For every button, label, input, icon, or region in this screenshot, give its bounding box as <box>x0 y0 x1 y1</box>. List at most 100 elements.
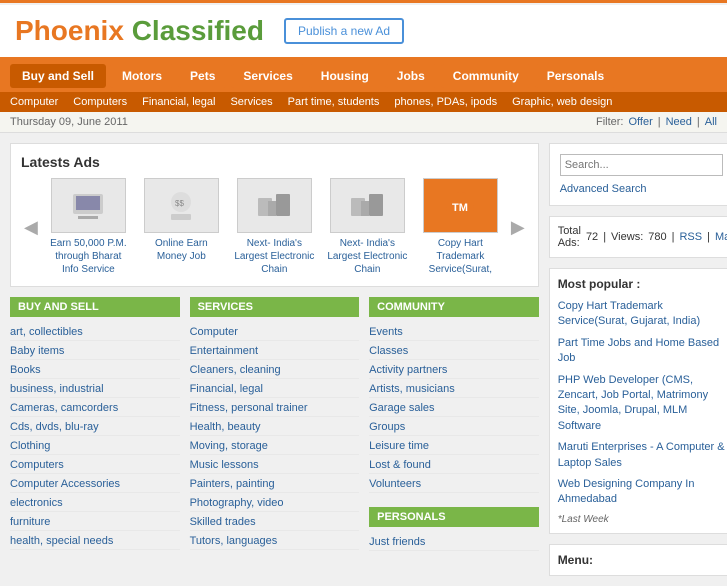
list-item: Computer Accessories <box>10 474 180 493</box>
nav-motors[interactable]: Motors <box>110 64 174 88</box>
ad-title[interactable]: Online Earn Money Job <box>139 237 224 263</box>
nav-community[interactable]: Community <box>441 64 531 88</box>
cat-link[interactable]: Computer <box>190 326 238 338</box>
site-title: Phoenix Classified <box>15 15 264 47</box>
stat-line: Total Ads: 72 | Views: 780 | RSS | Map <box>558 225 725 249</box>
cat-link[interactable]: Fitness, personal trainer <box>190 402 308 414</box>
community-column: COMMUNITY Events Classes Activity partne… <box>369 297 539 551</box>
nav-jobs[interactable]: Jobs <box>385 64 437 88</box>
popular-item: Part Time Jobs and Home Based Job <box>558 336 725 367</box>
list-item: Classes <box>369 341 539 360</box>
nav-pets[interactable]: Pets <box>178 64 227 88</box>
cat-link[interactable]: business, industrial <box>10 383 104 395</box>
list-item: Events <box>369 322 539 341</box>
cat-link[interactable]: Skilled trades <box>190 516 256 528</box>
list-item: Moving, storage <box>190 436 360 455</box>
publish-new-ad-button[interactable]: Publish a new Ad <box>284 18 404 44</box>
filter-need[interactable]: Need <box>666 116 692 128</box>
rss-link[interactable]: RSS <box>679 231 702 243</box>
subnav-services[interactable]: Services <box>230 96 272 108</box>
ad-thumb: TM <box>423 178 498 233</box>
stats-box: Total Ads: 72 | Views: 780 | RSS | Map <box>549 216 727 258</box>
cat-link[interactable]: Painters, painting <box>190 478 275 490</box>
subnav-graphic[interactable]: Graphic, web design <box>512 96 612 108</box>
ad-title[interactable]: Next- India's Largest Electronic Chain <box>325 237 410 276</box>
cat-link[interactable]: Artists, musicians <box>369 383 455 395</box>
cat-link[interactable]: Groups <box>369 421 405 433</box>
cat-link[interactable]: Clothing <box>10 440 50 452</box>
cat-link[interactable]: Activity partners <box>369 364 447 376</box>
header: Phoenix Classified Publish a new Ad <box>0 5 727 60</box>
carousel-next-arrow[interactable]: ▶ <box>508 217 528 238</box>
cat-link[interactable]: Moving, storage <box>190 440 268 452</box>
cat-link[interactable]: Events <box>369 326 403 338</box>
filter-all[interactable]: All <box>705 116 717 128</box>
site-title-part2: Classified <box>124 15 264 46</box>
popular-item: PHP Web Developer (CMS, Zencart, Job Por… <box>558 373 725 435</box>
subnav-financial-legal[interactable]: Financial, legal <box>142 96 215 108</box>
views-label: Views: <box>611 231 643 243</box>
advanced-search-link[interactable]: Advanced Search <box>560 183 647 195</box>
cat-link[interactable]: Lost & found <box>369 459 431 471</box>
nav-housing[interactable]: Housing <box>309 64 381 88</box>
cat-link[interactable]: furniture <box>10 516 50 528</box>
filter-offer[interactable]: Offer <box>628 116 652 128</box>
cat-link[interactable]: Baby items <box>10 345 64 357</box>
popular-link[interactable]: Part Time Jobs and Home Based Job <box>558 336 725 367</box>
cat-link[interactable]: Tutors, languages <box>190 535 278 547</box>
cat-link[interactable]: Music lessons <box>190 459 259 471</box>
community-list: Events Classes Activity partners Artists… <box>369 322 539 493</box>
main-nav: Buy and Sell Motors Pets Services Housin… <box>0 60 727 92</box>
popular-item: Web Designing Company In Ahmedabad <box>558 477 725 508</box>
cat-link[interactable]: Garage sales <box>369 402 434 414</box>
cat-link[interactable]: Volunteers <box>369 478 421 490</box>
popular-link[interactable]: Copy Hart Trademark Service(Surat, Gujar… <box>558 299 725 330</box>
cat-link[interactable]: Computer Accessories <box>10 478 120 490</box>
buy-and-sell-list: art, collectibles Baby items Books busin… <box>10 322 180 550</box>
cat-link[interactable]: Cameras, camcorders <box>10 402 118 414</box>
subnav-computer[interactable]: Computer <box>10 96 58 108</box>
ad-title[interactable]: Next- India's Largest Electronic Chain <box>232 237 317 276</box>
cat-link[interactable]: Health, beauty <box>190 421 261 433</box>
services-column: SERVICES Computer Entertainment Cleaners… <box>190 297 360 551</box>
cat-link[interactable]: electronics <box>10 497 63 509</box>
filter-label: Filter: <box>596 116 624 128</box>
cat-link[interactable]: Leisure time <box>369 440 429 452</box>
ad-title[interactable]: Copy Hart Trademark Service(Surat, <box>418 237 503 276</box>
nav-personals[interactable]: Personals <box>535 64 616 88</box>
list-item: Just friends <box>369 532 539 551</box>
list-item: Leisure time <box>369 436 539 455</box>
menu-box: Menu: <box>549 544 727 576</box>
ad-title[interactable]: Earn 50,000 P.M. through Bharat Info Ser… <box>46 237 131 276</box>
popular-link[interactable]: Web Designing Company In Ahmedabad <box>558 477 725 508</box>
cat-link[interactable]: art, collectibles <box>10 326 83 338</box>
subnav-phones[interactable]: phones, PDAs, ipods <box>394 96 497 108</box>
list-item: Baby items <box>10 341 180 360</box>
right-sidebar: Advanced Search Total Ads: 72 | Views: 7… <box>549 143 727 576</box>
list-item: art, collectibles <box>10 322 180 341</box>
list-item: furniture <box>10 512 180 531</box>
cat-link[interactable]: health, special needs <box>10 535 113 547</box>
nav-services[interactable]: Services <box>231 64 304 88</box>
svg-text:TM: TM <box>452 202 468 214</box>
subnav-computers[interactable]: Computers <box>73 96 127 108</box>
cat-link[interactable]: Computers <box>10 459 64 471</box>
services-list: Computer Entertainment Cleaners, cleanin… <box>190 322 360 550</box>
cat-link[interactable]: Entertainment <box>190 345 258 357</box>
cat-link[interactable]: Photography, video <box>190 497 284 509</box>
popular-link[interactable]: Maruti Enterprises - A Computer & Laptop… <box>558 440 725 471</box>
popular-link[interactable]: PHP Web Developer (CMS, Zencart, Job Por… <box>558 373 725 435</box>
list-item: Tutors, languages <box>190 531 360 550</box>
cat-link[interactable]: Cds, dvds, blu-ray <box>10 421 99 433</box>
cat-link[interactable]: Financial, legal <box>190 383 263 395</box>
cat-link[interactable]: Classes <box>369 345 408 357</box>
map-link[interactable]: Map <box>715 231 727 243</box>
cat-link[interactable]: Cleaners, cleaning <box>190 364 281 376</box>
cat-link[interactable]: Books <box>10 364 41 376</box>
carousel-prev-arrow[interactable]: ◀ <box>21 217 41 238</box>
subnav-part-time[interactable]: Part time, students <box>288 96 380 108</box>
popular-title: Most popular : <box>558 277 725 291</box>
search-input[interactable] <box>560 154 723 176</box>
cat-link[interactable]: Just friends <box>369 536 425 548</box>
nav-buy-and-sell[interactable]: Buy and Sell <box>10 64 106 88</box>
